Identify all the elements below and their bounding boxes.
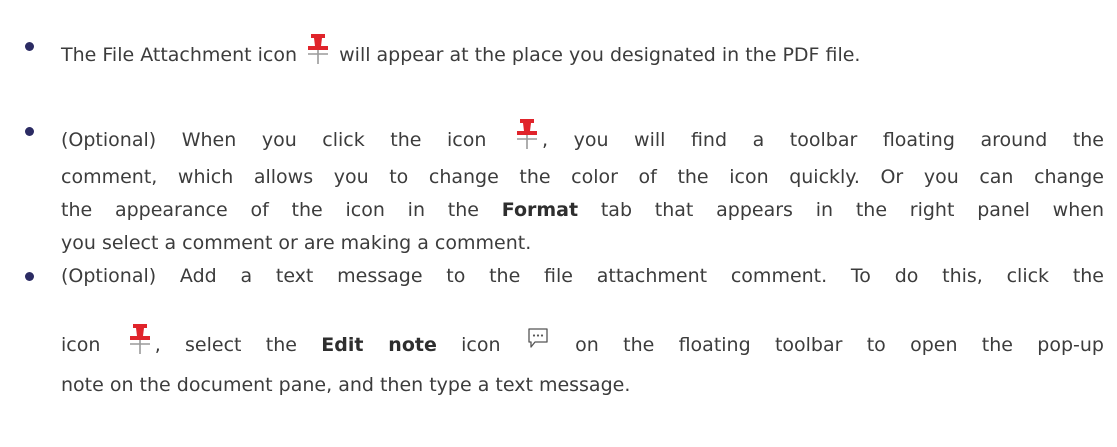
pushpin-icon bbox=[514, 118, 540, 157]
bullet-dot bbox=[25, 127, 34, 136]
line-text: you select a comment or are making a com… bbox=[61, 232, 532, 254]
line-text: (Optional) When you click the icon bbox=[61, 129, 487, 151]
note-bubble-icon bbox=[527, 327, 549, 356]
line-text: comment, which allows you to change the … bbox=[61, 166, 1104, 188]
line-text: icon bbox=[461, 334, 501, 356]
text-line: (Optional) When you click the icon , you… bbox=[61, 118, 1104, 157]
text-line: you select a comment or are making a com… bbox=[61, 230, 531, 256]
text-line: comment, which allows you to change the … bbox=[61, 164, 1104, 190]
line-text: note on the document pane, and then type… bbox=[61, 374, 631, 396]
text-line: the appearance of the icon in the Format… bbox=[61, 197, 1104, 223]
line-text: the appearance of the icon in the bbox=[61, 199, 479, 221]
text-line: icon , select the Edit note icon on the … bbox=[61, 323, 1104, 362]
line-text: will appear at the place you designated … bbox=[339, 44, 861, 66]
line-text: (Optional) Add a text message to the fil… bbox=[61, 265, 1104, 287]
text-line: note on the document pane, and then type… bbox=[61, 372, 630, 398]
format-tab-label: Format bbox=[501, 199, 579, 221]
line-text: The File Attachment icon bbox=[61, 44, 298, 66]
line-text: on the floating toolbar to open the pop-… bbox=[575, 334, 1104, 356]
line-text: tab that appears in the right panel when bbox=[600, 199, 1104, 221]
edit-note-label: Edit note bbox=[321, 334, 437, 356]
line-text: icon bbox=[61, 334, 101, 356]
bullet-dot bbox=[25, 272, 34, 281]
line-text: , you will find a toolbar floating aroun… bbox=[541, 129, 1104, 151]
pushpin-icon bbox=[305, 33, 331, 72]
pushpin-icon bbox=[127, 323, 153, 362]
line-text: , select the bbox=[154, 334, 297, 356]
bullet-dot bbox=[25, 42, 34, 51]
text-line: The File Attachment icon will appear at … bbox=[61, 33, 860, 72]
text-line: (Optional) Add a text message to the fil… bbox=[61, 263, 1104, 289]
document-page: The File Attachment icon will appear at … bbox=[0, 0, 1117, 447]
